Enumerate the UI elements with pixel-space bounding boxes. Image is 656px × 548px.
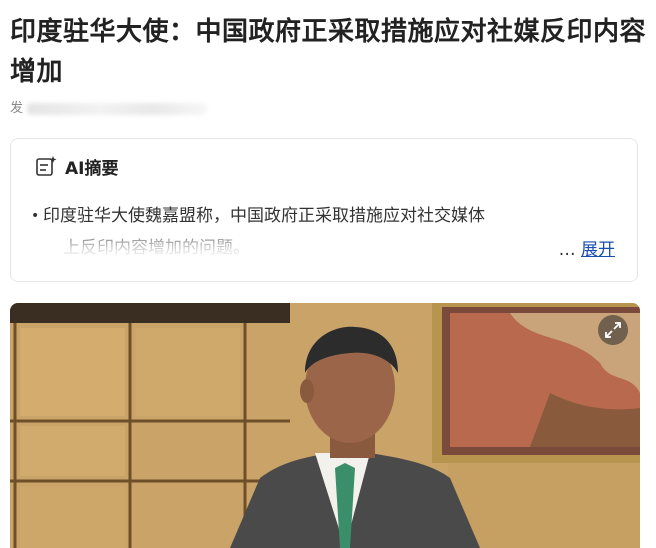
- ai-summary-card: AI摘要 • 印度驻华大使魏嘉盟称，中国政府正采取措施应对社交媒体 上反印内容增…: [10, 138, 638, 282]
- expand-control[interactable]: … 展开: [559, 235, 615, 260]
- summary-text: 印度驻华大使魏嘉盟称，中国政府正采取措施应对社交媒体: [43, 206, 485, 226]
- article-meta: 发: [10, 97, 210, 117]
- summary-item: • 印度驻华大使魏嘉盟称，中国政府正采取措施应对社交媒体: [31, 201, 613, 231]
- expand-ellipsis: …: [558, 240, 576, 260]
- summary-text-faded: 上反印内容增加的问题。: [63, 234, 533, 262]
- article-photo[interactable]: [10, 303, 640, 548]
- meta-blurred-info: [27, 102, 208, 115]
- bullet-dot: •: [31, 208, 40, 224]
- expand-icon: [605, 322, 621, 338]
- expand-link[interactable]: 展开: [581, 240, 615, 260]
- photo-illustration: [10, 303, 640, 548]
- ai-summary-title: AI摘要: [65, 158, 119, 179]
- ai-summary-icon: [36, 156, 57, 176]
- fullscreen-button[interactable]: [598, 315, 628, 345]
- ai-summary-header: AI摘要: [35, 153, 118, 179]
- meta-prefix: 发: [10, 101, 24, 116]
- article-title: 印度驻华大使：中国政府正采取措施应对社媒反印内容增加: [10, 17, 647, 87]
- summary-text-line2: 上反印内容增加的问题。: [63, 238, 250, 258]
